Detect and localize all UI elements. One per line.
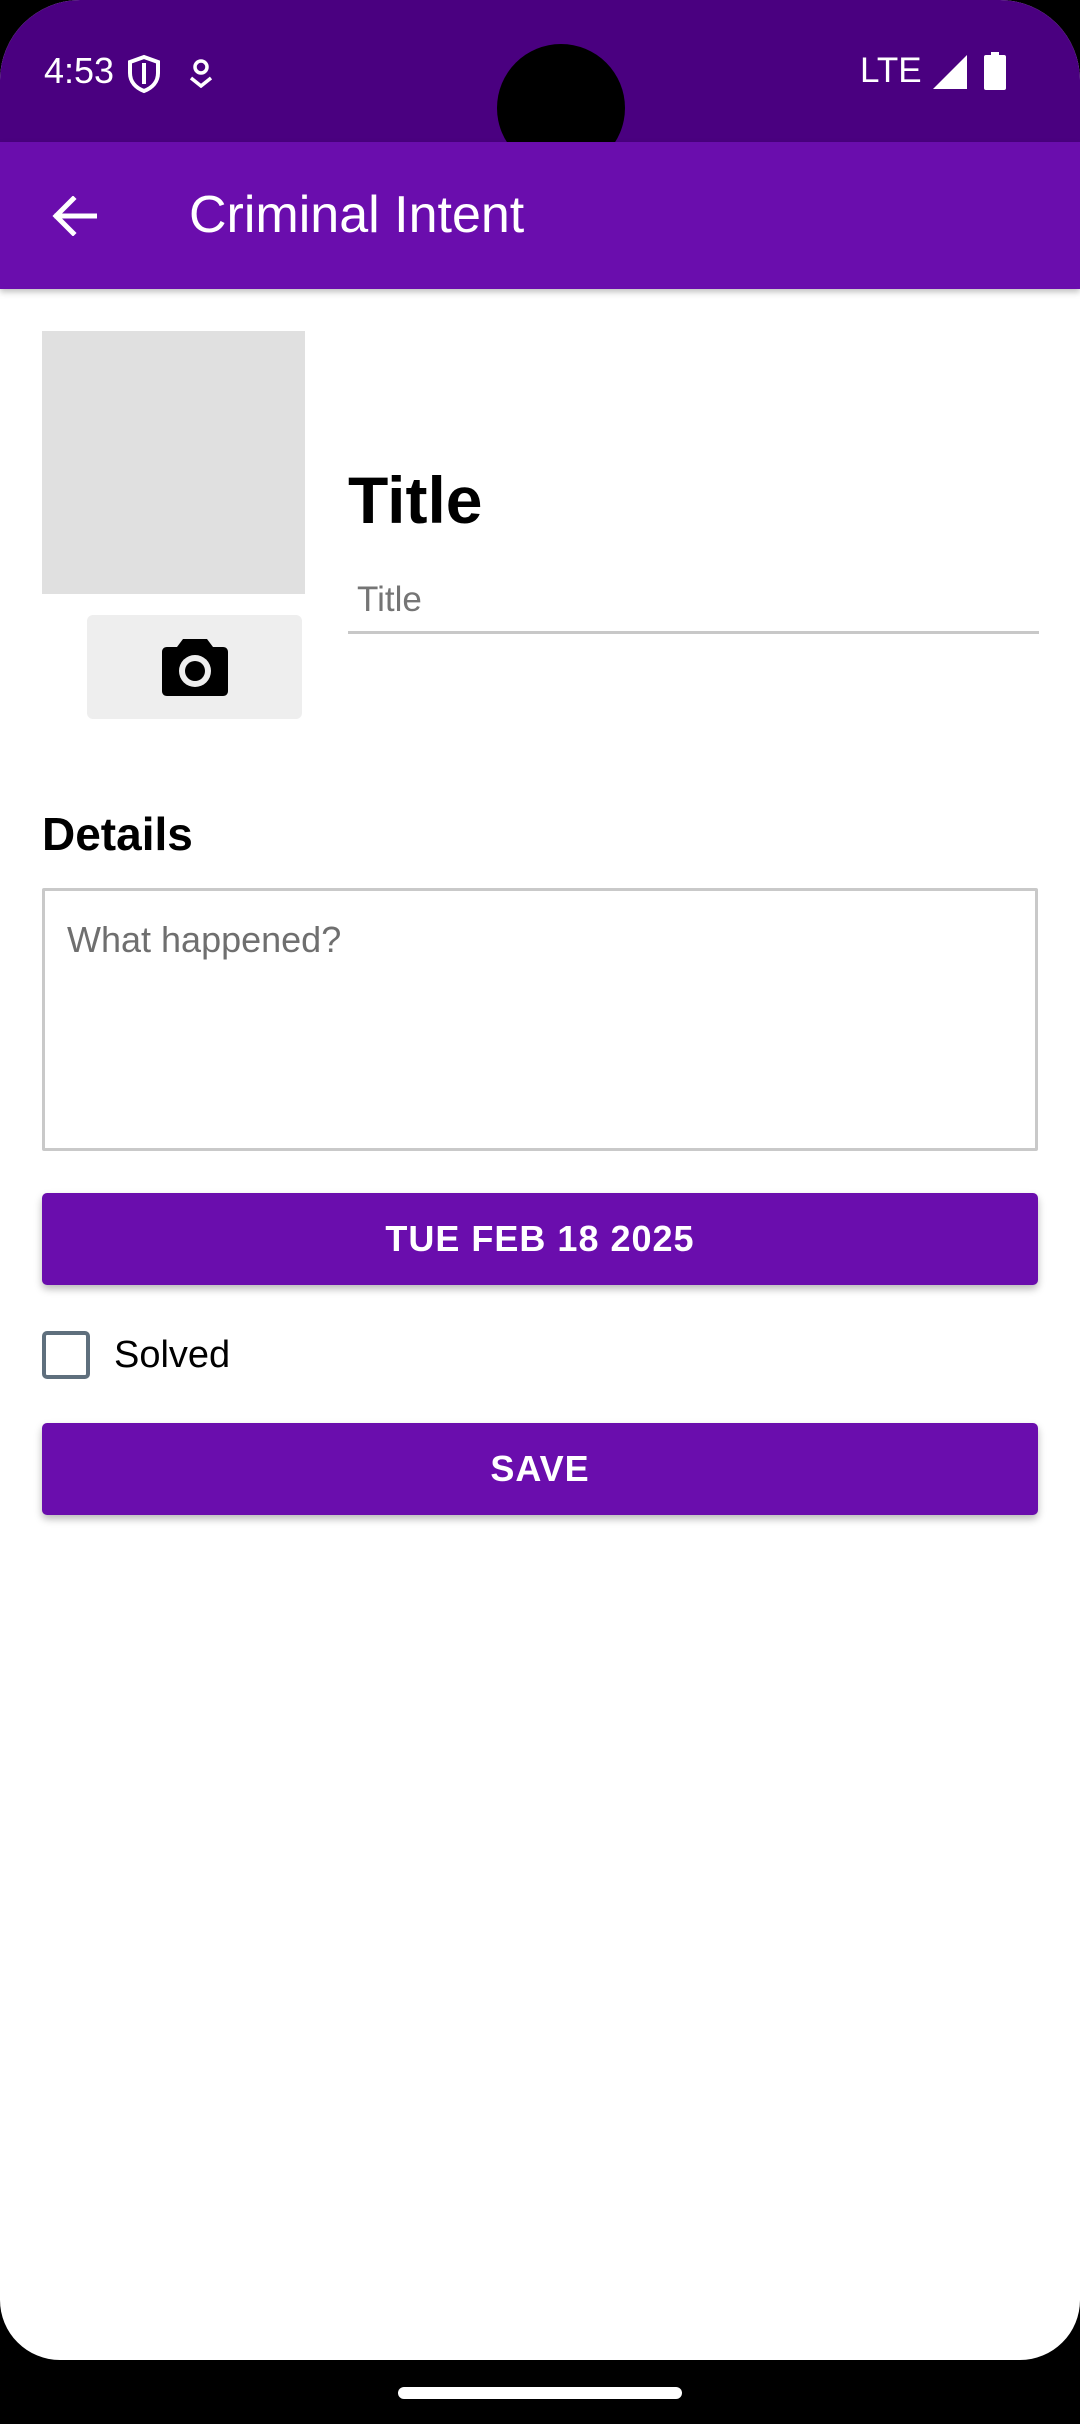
back-button[interactable] [36,178,112,254]
home-indicator[interactable] [398,2387,682,2399]
status-bar: 4:53 LTE [0,0,1080,172]
location-pin-icon [189,59,213,88]
solved-row[interactable]: Solved [42,1328,230,1382]
solved-checkbox[interactable] [42,1331,90,1379]
title-input[interactable] [348,568,1039,634]
battery-icon [984,52,1006,90]
app-bar: Criminal Intent [0,142,1080,289]
status-time: 4:53 [44,50,115,91]
network-type: LTE [860,51,922,90]
details-input[interactable] [42,888,1038,1151]
solved-label: Solved [114,1333,231,1376]
crime-photo [42,331,305,594]
arrow-back-icon [52,196,97,236]
app-title: Criminal Intent [189,186,525,244]
crime-date-button[interactable]: TUE FEB 18 2025 [42,1193,1038,1285]
camera-icon [161,639,228,696]
details-label: Details [42,808,193,860]
signal-icon [933,55,967,89]
title-label: Title [348,463,483,537]
app-screen: 4:53 LTE Criminal Intent Title Title Det… [0,0,1080,2360]
take-photo-button[interactable] [87,615,302,719]
shield-icon [128,54,160,94]
save-button[interactable]: SAVE [42,1423,1038,1515]
